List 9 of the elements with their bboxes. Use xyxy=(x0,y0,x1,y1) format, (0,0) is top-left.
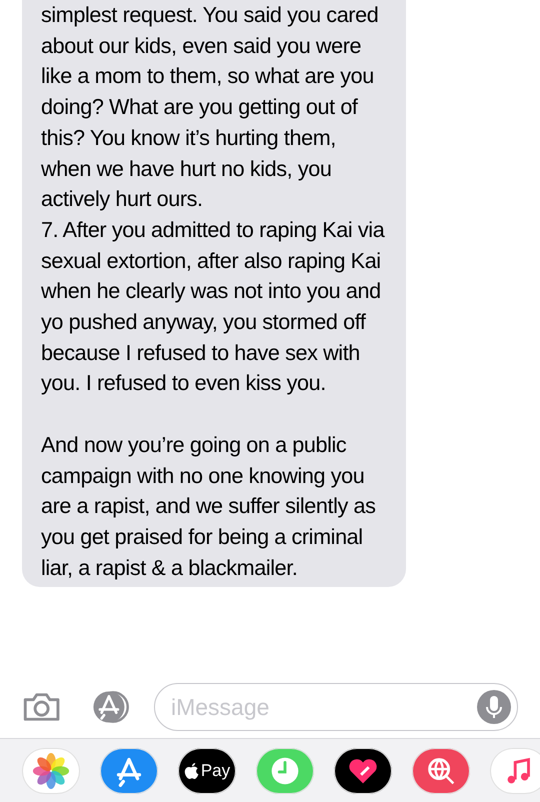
message-text: 7. After you admitted to raping Kai via sexual extortion, after also raping Kai when he clearly was not into you and yo pushed anyway, you stormed off because I refused to have sex with you. I refused to even kiss you. xyxy=(41,216,386,398)
microphone-icon[interactable] xyxy=(477,690,511,724)
message-text: And now you’re going on a public campaign with no one knowing you are a rapist, and we suffer silently as you get praised for being a criminal liar, a rapist & a blackmailer. xyxy=(41,430,376,582)
message-field[interactable]: iMessage xyxy=(154,683,518,731)
message-text: simplest request. You said you cared about our kids, even said you were like a mom to them, so what are you doing? What are you getting out of this? You know it’s hurting them, when we have hurt no kids, you actively hurt ours. xyxy=(41,1,380,214)
flower-icon xyxy=(32,752,70,790)
apple-icon xyxy=(184,760,200,780)
pay-app-icon[interactable]: Pay xyxy=(178,748,236,794)
app-icon[interactable] xyxy=(334,748,392,794)
